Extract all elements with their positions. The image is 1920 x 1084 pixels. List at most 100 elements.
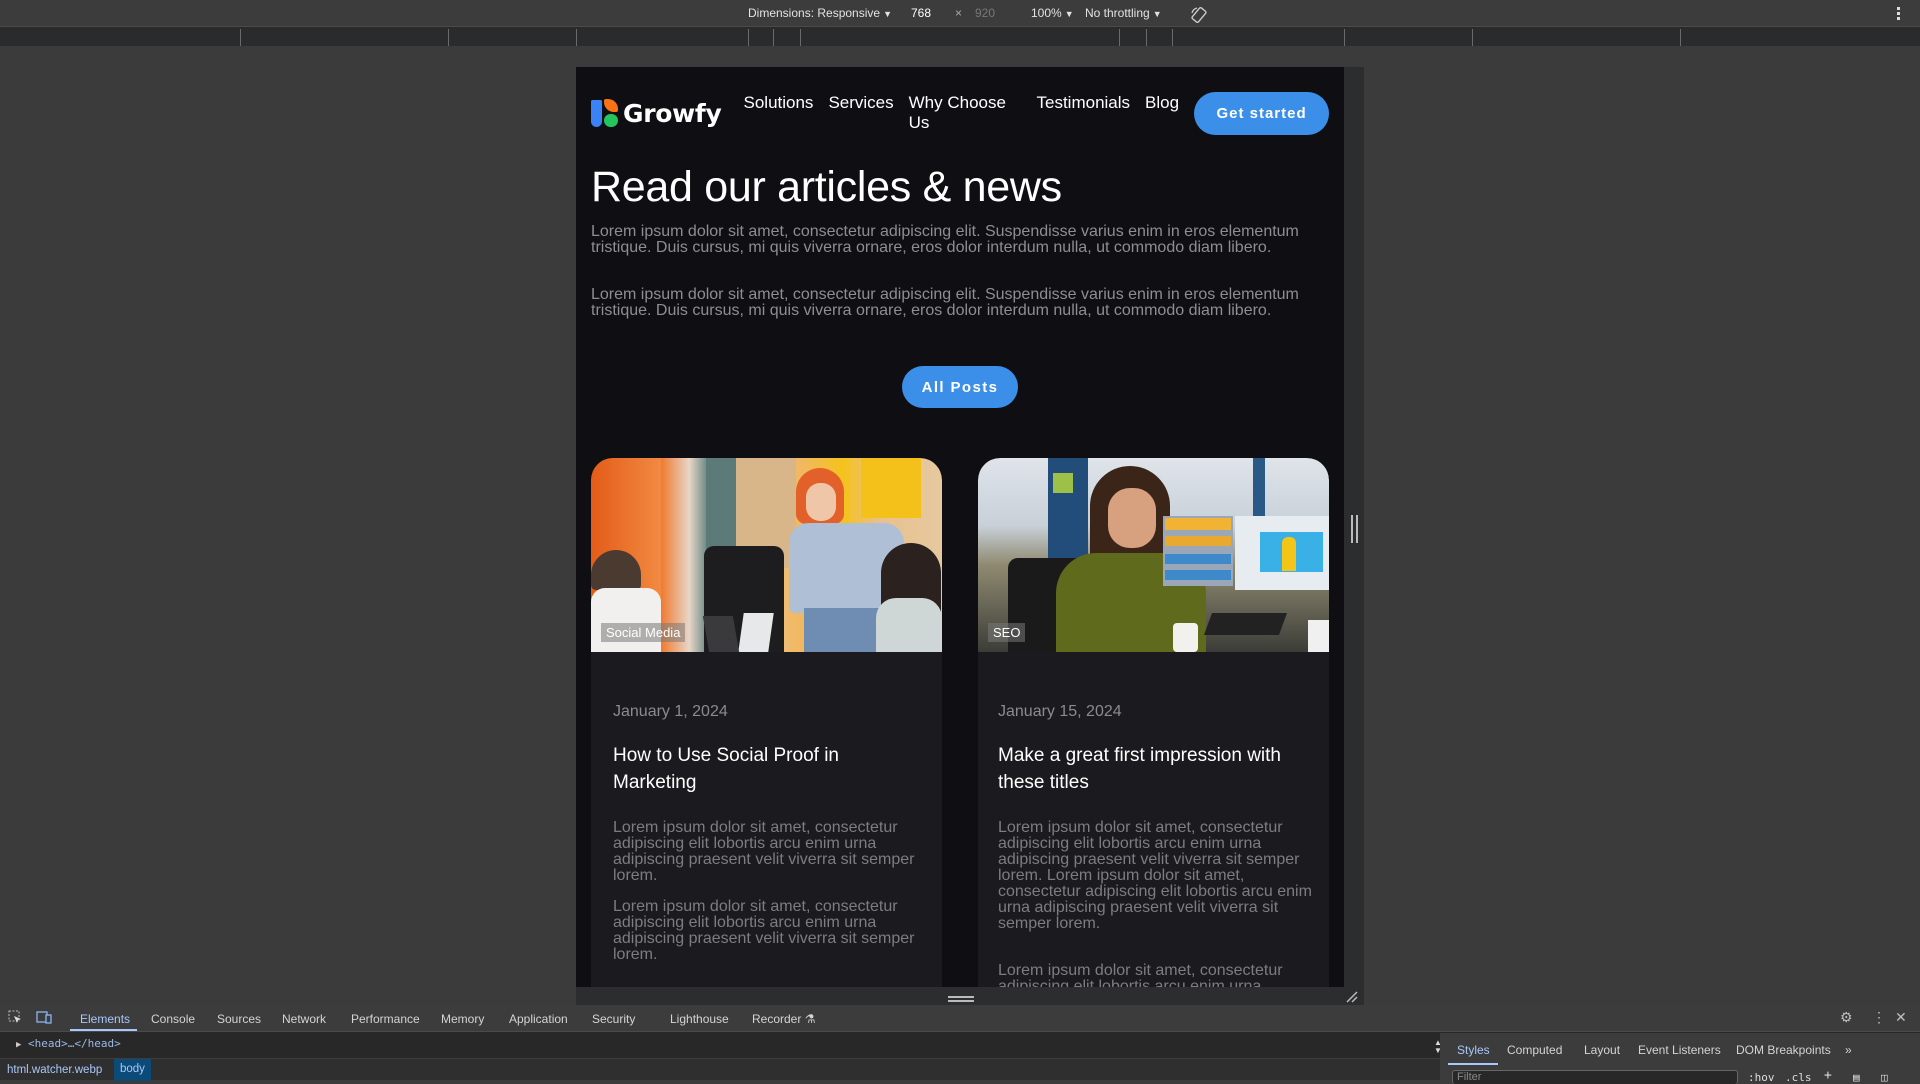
rotate-icon[interactable] [1190, 6, 1208, 24]
post-image: SEO [978, 458, 1329, 652]
intro-paragraph: Lorem ipsum dolor sit amet, consectetur … [591, 223, 1299, 256]
breadcrumb: html.watcher.webp body [0, 1058, 1440, 1081]
tab-recorder-label: Recorder [752, 1012, 802, 1026]
ruler-tick [576, 29, 577, 47]
ruler-tick [1146, 29, 1147, 47]
post-date: January 15, 2024 [998, 703, 1122, 720]
dom-node-head[interactable]: ▶ <head>…</head> [16, 1037, 121, 1050]
ruler-tick [1344, 29, 1345, 47]
hov-toggle[interactable]: :hov [1748, 1071, 1775, 1084]
resize-handle-right[interactable] [1351, 515, 1358, 543]
media-query-ruler [0, 26, 1920, 47]
nav-link-why-choose-us[interactable]: Why Choose Us [909, 93, 1022, 133]
active-tab-indicator [70, 1029, 137, 1031]
brand-logo[interactable]: Growfy [591, 98, 722, 128]
breadcrumb-body[interactable]: body [114, 1059, 151, 1081]
new-style-rule-icon[interactable]: + [1824, 1068, 1832, 1083]
toggle-sidebar-icon[interactable]: ◫ [1881, 1071, 1888, 1084]
post-excerpt: Lorem ipsum dolor sit amet, consectetur … [998, 962, 1283, 988]
nav-link-services[interactable]: Services [828, 93, 893, 133]
tab-memory[interactable]: Memory [441, 1012, 484, 1026]
tab-event-listeners[interactable]: Event Listeners [1638, 1043, 1721, 1057]
width-input[interactable]: 768 [911, 6, 931, 20]
post-date: January 1, 2024 [613, 703, 728, 720]
resize-handle-bottom[interactable] [948, 996, 974, 1002]
tab-layout[interactable]: Layout [1584, 1043, 1620, 1057]
device-toolbar: Dimensions: Responsive ▼ 768 × 920 100% ▼ … [0, 0, 1920, 26]
post-category-tag: SEO [988, 623, 1026, 642]
nav-link-solutions[interactable]: Solutions [744, 93, 814, 133]
active-side-tab-indicator [1448, 1063, 1498, 1065]
all-posts-button[interactable]: All Posts [902, 366, 1018, 408]
post-title[interactable]: Make a great first impression with these… [998, 742, 1318, 796]
styles-filter-input[interactable]: Filter [1452, 1070, 1738, 1084]
tab-sources[interactable]: Sources [217, 1012, 261, 1026]
tab-elements[interactable]: Elements [80, 1012, 130, 1026]
post-image: Social Media [591, 458, 942, 652]
styles-sidebar: Styles Computed Layout Event Listeners D… [1440, 1033, 1920, 1084]
logo-mark-icon [591, 98, 619, 128]
blog-card[interactable]: Social Media January 1, 2024 How to Use … [591, 458, 942, 987]
site-nav: Growfy Solutions Services Why Choose Us … [591, 91, 1329, 135]
tab-security[interactable]: Security [592, 1012, 635, 1026]
more-options-icon[interactable] [1895, 6, 1901, 22]
nav-link-blog[interactable]: Blog [1145, 93, 1179, 133]
post-excerpt: Lorem ipsum dolor sit amet, consectetur … [613, 898, 915, 963]
ruler-tick [773, 29, 774, 47]
tab-performance[interactable]: Performance [351, 1012, 420, 1026]
more-options-icon[interactable]: ⋮ [1872, 1009, 1886, 1026]
tab-recorder[interactable]: Recorder ⚗ [752, 1012, 815, 1026]
dimensions-dropdown[interactable]: Dimensions: Responsive ▼ [748, 6, 892, 20]
tab-lighthouse[interactable]: Lighthouse [670, 1012, 729, 1026]
ruler-tick [1119, 29, 1120, 47]
nav-link-testimonials[interactable]: Testimonials [1037, 93, 1131, 133]
dom-node-text: <head>…</head> [28, 1037, 121, 1050]
throttling-label: No throttling [1085, 6, 1150, 20]
get-started-button[interactable]: Get started [1194, 91, 1329, 135]
tab-computed[interactable]: Computed [1507, 1043, 1562, 1057]
post-category-tag: Social Media [601, 623, 686, 642]
resize-handle-corner[interactable] [1345, 990, 1359, 1004]
cls-toggle[interactable]: .cls [1785, 1071, 1812, 1084]
intro-paragraph: Lorem ipsum dolor sit amet, consectetur … [591, 286, 1299, 319]
expand-arrow-icon[interactable]: ▶ [16, 1040, 21, 1050]
close-devtools-icon[interactable]: ✕ [1895, 1009, 1907, 1026]
brand-name: Growfy [623, 98, 722, 128]
ruler-tick [800, 29, 801, 47]
dom-tree: ▶ <head>…</head> [0, 1033, 1440, 1055]
device-toolbar-toggle-icon[interactable] [36, 1010, 52, 1028]
nav-links: Solutions Services Why Choose Us Testimo… [744, 93, 1180, 133]
tab-application[interactable]: Application [509, 1012, 568, 1026]
dropdown-arrow-icon: ▼ [1064, 9, 1074, 19]
ruler-tick [748, 29, 749, 47]
settings-gear-icon[interactable]: ⚙ [1840, 1009, 1853, 1026]
throttling-dropdown[interactable]: No throttling ▼ [1085, 6, 1162, 20]
inspect-element-icon[interactable] [8, 1010, 23, 1028]
tab-styles[interactable]: Styles [1457, 1043, 1490, 1057]
zoom-label: 100% [1031, 6, 1062, 20]
post-excerpt: Lorem ipsum dolor sit amet, consectetur … [998, 819, 1312, 932]
post-title[interactable]: How to Use Social Proof in Marketing [613, 742, 923, 796]
page-title: Read our articles & news [591, 163, 1062, 211]
tab-console[interactable]: Console [151, 1012, 195, 1026]
times-separator: × [955, 6, 963, 20]
devtools-tab-bar: Elements Console Sources Network Perform… [0, 1005, 1920, 1032]
computed-styles-icon[interactable]: ▤ [1853, 1071, 1860, 1084]
ruler-tick [1680, 29, 1681, 47]
height-input[interactable]: 920 [975, 6, 995, 20]
ruler-tick [1172, 29, 1173, 47]
zoom-dropdown[interactable]: 100% ▼ [1031, 6, 1074, 20]
tab-network[interactable]: Network [282, 1012, 326, 1026]
more-tabs-icon[interactable]: » [1845, 1043, 1852, 1057]
ruler-tick [448, 29, 449, 47]
dropdown-arrow-icon: ▼ [883, 9, 892, 19]
ruler-tick [1472, 29, 1473, 47]
devtools-panel: Elements Console Sources Network Perform… [0, 1005, 1920, 1084]
flask-icon: ⚗ [804, 1012, 816, 1026]
emulated-page: Growfy Solutions Services Why Choose Us … [576, 67, 1344, 987]
post-excerpt: Lorem ipsum dolor sit amet, consectetur … [613, 819, 915, 884]
ruler-tick [240, 29, 241, 47]
breadcrumb-html[interactable]: html.watcher.webp [7, 1064, 102, 1076]
tab-dom-breakpoints[interactable]: DOM Breakpoints [1736, 1043, 1831, 1057]
blog-card[interactable]: SEO January 15, 2024 Make a great first … [978, 458, 1329, 987]
